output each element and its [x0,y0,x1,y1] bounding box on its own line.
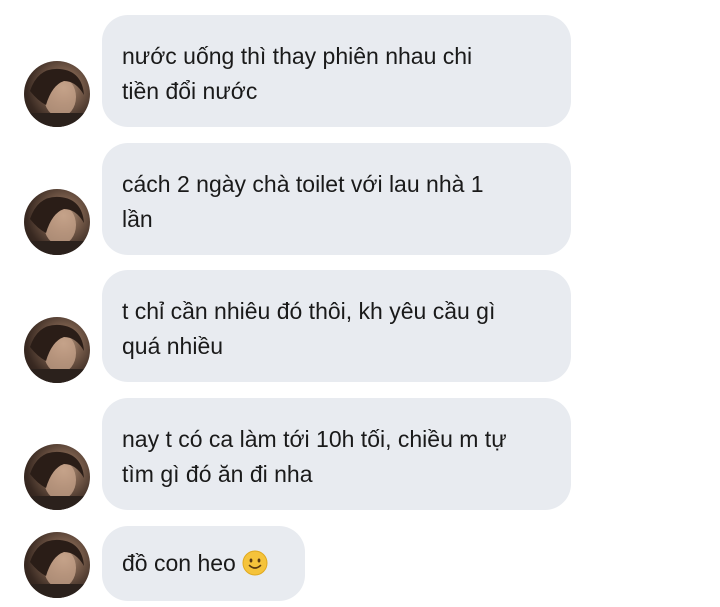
avatar-photo [24,451,90,510]
avatar[interactable] [24,61,90,127]
avatar-photo [24,539,90,598]
message-text-line: quá nhiều [122,333,224,359]
slightly-smiling-face-emoji-icon [242,550,268,576]
message-text-line: đồ con heo [122,550,236,576]
message-text-line: lần [122,206,153,232]
avatar[interactable] [24,532,90,598]
chat-thread: nước uống thì thay phiên nhau chi tiền đ… [0,0,720,607]
message-text-line: nay t có ca làm tới 10h tối, chiều m tự [122,426,507,452]
avatar[interactable] [24,444,90,510]
message-text-line: cách 2 ngày chà toilet với lau nhà 1 [122,171,484,197]
message-bubble[interactable]: t chỉ cần nhiêu đó thôi, kh yêu cầu gì q… [102,270,571,382]
message-text-line: tiền đổi nước [122,78,258,104]
avatar-photo [24,196,90,255]
message-text-line: tìm gì đó ăn đi nha [122,461,313,487]
avatar-photo [24,324,90,383]
message-text-line: nước uống thì thay phiên nhau chi [122,43,473,69]
avatar-photo [24,68,90,127]
avatar[interactable] [24,317,90,383]
message-bubble[interactable]: nay t có ca làm tới 10h tối, chiều m tự … [102,398,571,510]
message-text-line: t chỉ cần nhiêu đó thôi, kh yêu cầu gì [122,298,496,324]
message-bubble[interactable]: nước uống thì thay phiên nhau chi tiền đ… [102,15,571,127]
message-bubble[interactable]: đồ con heo [102,526,305,601]
avatar[interactable] [24,189,90,255]
message-bubble[interactable]: cách 2 ngày chà toilet với lau nhà 1 lần [102,143,571,255]
